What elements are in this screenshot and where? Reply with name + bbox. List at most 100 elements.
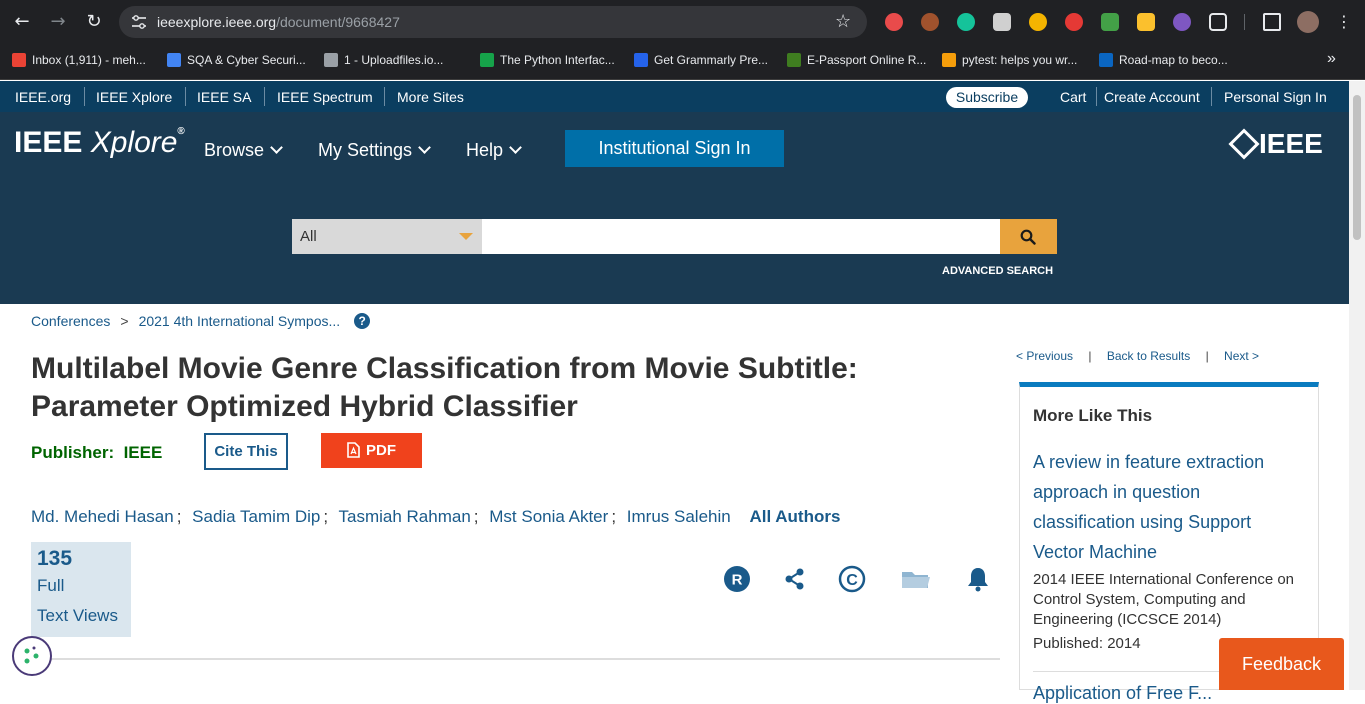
bookmark-item[interactable]: The Python Interfac... bbox=[480, 53, 615, 67]
link-ieee-spectrum[interactable]: IEEE Spectrum bbox=[277, 89, 373, 105]
link-more-sites[interactable]: More Sites bbox=[397, 89, 464, 105]
share-icon[interactable] bbox=[781, 565, 809, 593]
back-to-results-link[interactable]: Back to Results bbox=[1107, 349, 1190, 363]
address-bar[interactable]: ieeexplore.ieee.org/document/9668427 ☆ bbox=[119, 6, 867, 38]
grammarly-icon[interactable] bbox=[957, 13, 975, 31]
author-link[interactable]: Md. Mehedi Hasan bbox=[31, 507, 174, 526]
result-pager: < Previous | Back to Results | Next > bbox=[1016, 349, 1259, 363]
page-scrollbar[interactable] bbox=[1349, 81, 1365, 690]
advanced-search-link[interactable]: ADVANCED SEARCH bbox=[942, 265, 1053, 277]
menu-label: My Settings bbox=[318, 140, 413, 160]
chevron-down-icon bbox=[509, 141, 522, 154]
logo-italic-text: Xplore bbox=[90, 126, 178, 159]
cookie-preferences-icon[interactable] bbox=[12, 636, 52, 676]
author-link[interactable]: Mst Sonia Akter bbox=[489, 507, 608, 526]
rights-permissions-icon[interactable]: R bbox=[723, 565, 751, 593]
extension-icon-4[interactable] bbox=[993, 13, 1011, 31]
divider bbox=[185, 87, 186, 106]
divider bbox=[1211, 87, 1212, 106]
institutional-sign-in-button[interactable]: Institutional Sign In bbox=[565, 130, 784, 167]
article-title: Multilabel Movie Genre Classification fr… bbox=[31, 352, 858, 423]
breadcrumb-symposium[interactable]: 2021 4th International Sympos... bbox=[139, 313, 341, 329]
bell-alert-icon[interactable] bbox=[964, 565, 992, 593]
pdf-label: PDF bbox=[366, 442, 396, 459]
passport-icon bbox=[787, 53, 801, 67]
grammarly-bookmark-icon bbox=[634, 53, 648, 67]
chevron-down-icon bbox=[270, 141, 283, 154]
extension-icon-5[interactable] bbox=[1029, 13, 1047, 31]
puzzle-extensions-icon[interactable] bbox=[1209, 13, 1227, 31]
breadcrumb: Conferences > 2021 4th International Sym… bbox=[31, 313, 371, 329]
profile-avatar[interactable] bbox=[1297, 11, 1319, 33]
subscribe-button[interactable]: Subscribe bbox=[946, 87, 1028, 108]
url-domain: ieeexplore.ieee.org bbox=[157, 14, 277, 30]
author-separator: ; bbox=[176, 507, 182, 526]
author-link[interactable]: Sadia Tamim Dip bbox=[192, 507, 320, 526]
cart-link[interactable]: Cart bbox=[1060, 89, 1086, 105]
bookmark-item[interactable]: Inbox (1,911) - meh... bbox=[12, 53, 146, 67]
author-link[interactable]: Tasmiah Rahman bbox=[339, 507, 471, 526]
dropdown-triangle-icon bbox=[459, 233, 473, 240]
bookmark-item[interactable]: Get Grammarly Pre... bbox=[634, 53, 768, 67]
bookmark-item[interactable]: E-Passport Online R... bbox=[787, 53, 926, 67]
pdf-button[interactable]: PDF bbox=[321, 433, 422, 468]
ieee-xplore-logo[interactable]: IEEE Xplore® bbox=[14, 126, 185, 160]
link-ieee-sa[interactable]: IEEE SA bbox=[197, 89, 251, 105]
breadcrumb-separator: > bbox=[120, 313, 129, 329]
extension-icon-1[interactable] bbox=[885, 13, 903, 31]
bookmarks-overflow-chevron[interactable]: » bbox=[1327, 50, 1336, 68]
next-link[interactable]: Next > bbox=[1224, 349, 1259, 363]
breadcrumb-conferences[interactable]: Conferences bbox=[31, 313, 110, 329]
cookie-extension-icon[interactable] bbox=[921, 13, 939, 31]
extension-icon-8[interactable] bbox=[1137, 13, 1155, 31]
extension-icon-7[interactable] bbox=[1101, 13, 1119, 31]
logo-text: IEEE bbox=[14, 126, 91, 159]
previous-link[interactable]: < Previous bbox=[1016, 349, 1073, 363]
help-menu[interactable]: Help bbox=[466, 140, 522, 161]
help-icon[interactable]: ? bbox=[354, 313, 371, 329]
side-panel-icon[interactable] bbox=[1263, 13, 1281, 31]
feedback-button[interactable]: Feedback bbox=[1219, 638, 1344, 690]
author-link[interactable]: Imrus Salehin bbox=[627, 507, 731, 526]
back-arrow-icon[interactable]: ← bbox=[10, 10, 34, 34]
divider bbox=[384, 87, 385, 106]
author-separator: ; bbox=[323, 507, 329, 526]
section-divider bbox=[31, 658, 1000, 660]
create-account-link[interactable]: Create Account bbox=[1104, 89, 1200, 105]
menu-label: Help bbox=[466, 140, 504, 160]
bookmark-item[interactable]: Road-map to beco... bbox=[1099, 53, 1228, 67]
site-info-icon[interactable] bbox=[131, 15, 147, 29]
copyright-icon[interactable]: C bbox=[838, 565, 866, 593]
my-settings-menu[interactable]: My Settings bbox=[318, 140, 431, 161]
search-scope-select[interactable]: All bbox=[292, 219, 482, 254]
forward-arrow-icon[interactable]: → bbox=[46, 10, 70, 34]
kebab-menu-icon[interactable]: ⋮ bbox=[1332, 10, 1356, 34]
related-article-link[interactable]: A review in feature extraction approach … bbox=[1033, 447, 1303, 567]
folder-icon[interactable] bbox=[900, 565, 932, 593]
bookmark-star-icon[interactable]: ☆ bbox=[835, 11, 851, 32]
browse-menu[interactable]: Browse bbox=[204, 140, 283, 161]
personal-sign-in-link[interactable]: Personal Sign In bbox=[1224, 89, 1327, 105]
author-separator: ; bbox=[611, 507, 617, 526]
scrollbar-thumb[interactable] bbox=[1353, 95, 1361, 240]
bookmark-item[interactable]: SQA & Cyber Securi... bbox=[167, 53, 306, 67]
extension-icon-9[interactable] bbox=[1173, 13, 1191, 31]
related-article-link-2[interactable]: Application of Free F... bbox=[1033, 683, 1212, 704]
extension-icon-6[interactable] bbox=[1065, 13, 1083, 31]
cite-this-button[interactable]: Cite This bbox=[204, 433, 288, 470]
ieee-brand-logo[interactable]: IEEE bbox=[1228, 128, 1323, 160]
views-label-2: Text Views bbox=[37, 606, 118, 625]
search-button[interactable] bbox=[1000, 219, 1057, 254]
all-authors-link[interactable]: All Authors bbox=[749, 507, 840, 526]
author-separator: ; bbox=[473, 507, 479, 526]
publisher-label: Publisher: bbox=[31, 443, 115, 462]
bookmark-item[interactable]: 1 - Uploadfiles.io... bbox=[324, 53, 443, 67]
divider bbox=[1096, 87, 1097, 106]
link-ieee-org[interactable]: IEEE.org bbox=[15, 89, 71, 105]
bookmark-item[interactable]: pytest: helps you wr... bbox=[942, 53, 1077, 67]
bookmark-label: 1 - Uploadfiles.io... bbox=[344, 53, 444, 67]
link-ieee-xplore[interactable]: IEEE Xplore bbox=[96, 89, 172, 105]
reload-icon[interactable]: ↻ bbox=[82, 10, 106, 34]
search-input[interactable] bbox=[482, 219, 1000, 254]
toolbar-divider bbox=[1244, 14, 1245, 30]
